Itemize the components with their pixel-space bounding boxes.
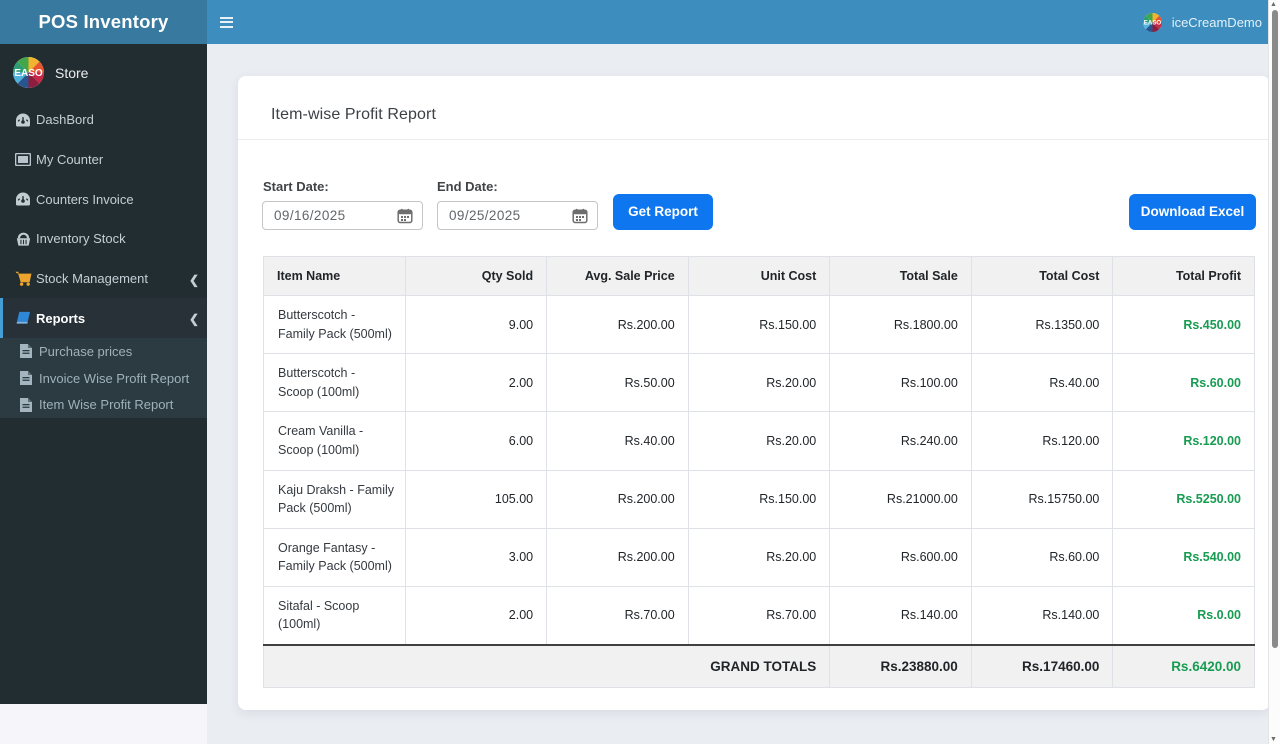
svg-text:EASO: EASO: [1143, 19, 1161, 26]
svg-text:EASO: EASO: [14, 68, 43, 79]
